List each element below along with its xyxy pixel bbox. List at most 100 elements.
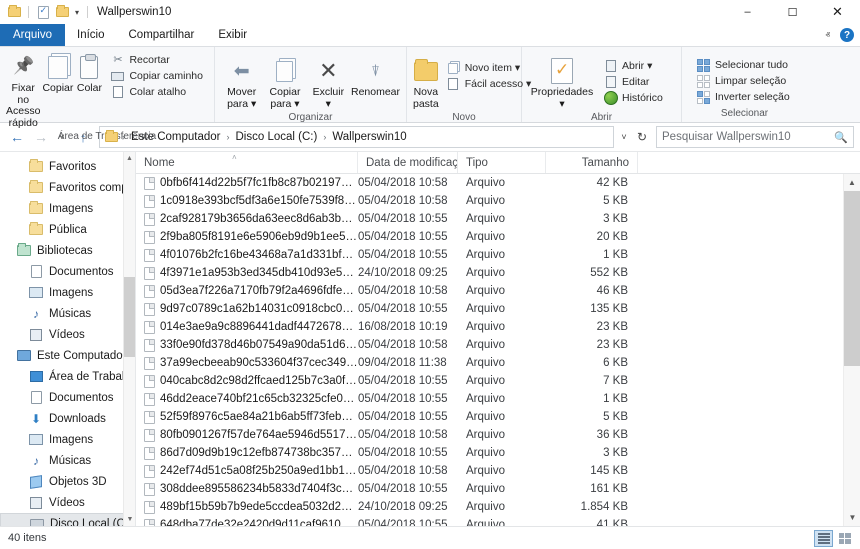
table-row[interactable]: 4f01076b2fc16be43468a7a1d331bf0fc5fef...… (136, 246, 860, 264)
table-row[interactable]: 86d7d09d9b19c12efb874738bc3575961bf...05… (136, 444, 860, 462)
breadcrumb-sep-1[interactable]: › (226, 132, 231, 142)
refresh-icon[interactable]: ↻ (634, 126, 650, 148)
column-header-type[interactable]: Tipo (458, 152, 546, 173)
open-button[interactable]: Abrir ▾ (600, 58, 666, 74)
sidebar-item-este-computador[interactable]: Este Computador (0, 345, 135, 366)
scroll-down-icon[interactable]: ▼ (124, 513, 135, 526)
edit-button[interactable]: Editar (600, 74, 666, 90)
system-menu-icon[interactable] (6, 4, 22, 20)
sidebar-item-imagens[interactable]: Imagens (0, 282, 135, 303)
table-row[interactable]: 37a99ecbeeab90c533604f37cec349cfc971...0… (136, 354, 860, 372)
table-row[interactable]: 80fb0901267f57de764ae5946d5517ad4ed...05… (136, 426, 860, 444)
table-row[interactable]: 2f9ba805f8191e6e5906eb9d9b1ee50ea4ef...0… (136, 228, 860, 246)
close-button[interactable]: ✕ (815, 0, 860, 24)
tab-inicio[interactable]: Início (65, 24, 117, 46)
sidebar-item-rea-de-trabalho[interactable]: Área de Trabalho (0, 366, 135, 387)
new-folder-button[interactable]: Nova pasta (412, 54, 440, 112)
breadcrumb-item-disk[interactable]: Disco Local (C:) (233, 131, 321, 143)
table-row[interactable]: 308ddee895586234b5833d7404f3cd4c084...05… (136, 480, 860, 498)
properties-button[interactable]: Propriedades▾ (527, 54, 597, 112)
sidebar-item-favoritos-compa[interactable]: Favoritos compa (0, 177, 135, 198)
cut-button[interactable]: ✂ Recortar (107, 52, 206, 68)
tab-arquivo[interactable]: Arquivo (0, 24, 65, 46)
sidebar-item-m-sicas[interactable]: ♪ Músicas (0, 450, 135, 471)
sidebar-item-bibliotecas[interactable]: Bibliotecas (0, 240, 135, 261)
open-small-commands: Abrir ▾ Editar Histórico (597, 54, 669, 106)
table-row[interactable]: 9d97c0789c1a62b14031c0918cbc04eaebf...05… (136, 300, 860, 318)
sidebar-item-favoritos[interactable]: Favoritos (0, 156, 135, 177)
invert-selection-button[interactable]: Inverter seleção (693, 89, 793, 105)
help-icon[interactable]: ? (840, 28, 854, 42)
sidebar-item-disco-local-c[interactable]: Disco Local (C:) (0, 513, 135, 526)
column-header-name[interactable]: Nome ˄ (136, 152, 358, 173)
table-row[interactable]: 489bf15b59b7b9ede5ccdea5032d2d1d44e...24… (136, 498, 860, 516)
table-row[interactable]: 014e3ae9a9c8896441dadf4472678c1a1bea...1… (136, 318, 860, 336)
table-row[interactable]: 05d3ea7f226a7170fb79f2a4696fdfe000986...… (136, 282, 860, 300)
chevron-up-icon[interactable]: ⱏ (826, 30, 830, 41)
properties-icon[interactable] (35, 4, 51, 20)
sidebar-scroll-thumb[interactable] (124, 277, 135, 357)
sidebar-item-documentos[interactable]: Documentos (0, 261, 135, 282)
clear-selection-button[interactable]: Limpar seleção (693, 73, 793, 89)
scroll-up-icon[interactable]: ▲ (124, 152, 135, 165)
column-header-date[interactable]: Data de modificaç... (358, 152, 458, 173)
new-item-button[interactable]: Novo item ▾ (443, 60, 535, 76)
table-row[interactable]: 1c0918e393bcf5df3a6e150fe7539f8764eb6...… (136, 192, 860, 210)
table-row[interactable]: 648dba77de32e2420d9d11caf96100acd1a...05… (136, 516, 860, 526)
breadcrumb-item-folder[interactable]: Wallperswin10 (329, 131, 409, 143)
column-header-size[interactable]: Tamanho (546, 152, 638, 173)
new-folder-icon[interactable] (54, 4, 70, 20)
file-scroll-thumb[interactable] (844, 191, 860, 366)
table-row[interactable]: 46dd2eace740bf21c65cb32325cfe028524c...0… (136, 390, 860, 408)
sidebar-item-documentos[interactable]: Documentos (0, 387, 135, 408)
sidebar-item-imagens[interactable]: Imagens (0, 198, 135, 219)
search-input[interactable]: Pesquisar Wallperswin10 🔍 (656, 126, 854, 148)
file-name-label: 2caf928179b3656da63eec8d6ab3b87c165... (160, 213, 358, 225)
table-row[interactable]: 4f3971e1a953b3ed345db410d93e5dd1a47...24… (136, 264, 860, 282)
paste-button[interactable]: Colar (74, 50, 104, 97)
search-icon[interactable]: 🔍 (834, 131, 848, 144)
history-dropdown-icon[interactable]: ˅ (616, 126, 632, 148)
table-row[interactable]: 0bfb6f414d22b5f7fc1fb8c87b0219721db4...0… (136, 174, 860, 192)
table-row[interactable]: 52f59f8976c5ae84a21b6ab5ff73feba3a3d9...… (136, 408, 860, 426)
delete-caret-icon[interactable]: ▾ (326, 98, 331, 110)
paste-shortcut-button[interactable]: Colar atalho (107, 84, 206, 100)
copy-path-button[interactable]: Copiar caminho (107, 68, 206, 84)
delete-button[interactable]: ✕ Excluir ▾ (307, 54, 350, 112)
file-date-cell: 05/04/2018 10:58 (358, 195, 448, 207)
properties-caret-icon[interactable]: ▾ (559, 98, 564, 110)
file-type-cell: Arquivo (466, 411, 505, 423)
scroll-down-icon[interactable]: ▼ (844, 509, 860, 526)
details-view-icon[interactable] (814, 529, 833, 547)
table-row[interactable]: 33f0e90fd378d46b07549a90da51d6d29f46...0… (136, 336, 860, 354)
easy-access-button[interactable]: Fácil acesso ▾ (443, 76, 535, 92)
file-date-cell: 05/04/2018 10:55 (358, 447, 448, 459)
table-row[interactable]: 242ef74d51c5a08f25b250a9ed1bb1941417...0… (136, 462, 860, 480)
sidebar-item-v-deos[interactable]: Vídeos (0, 492, 135, 513)
sidebar-item-p-blica[interactable]: Pública (0, 219, 135, 240)
select-all-button[interactable]: Selecionar tudo (693, 57, 793, 73)
scroll-up-icon[interactable]: ▲ (844, 174, 860, 191)
sidebar-item-imagens[interactable]: Imagens (0, 429, 135, 450)
maximize-button[interactable]: ☐ (770, 0, 815, 24)
sidebar-scrollbar[interactable]: ▲ ▼ (123, 152, 135, 526)
customize-qat-icon[interactable]: ▾ (73, 8, 81, 17)
move-to-button[interactable]: ⬅ Mover para ▾ (220, 54, 263, 112)
minimize-button[interactable]: – (725, 0, 770, 24)
sidebar-item-downloads[interactable]: ⬇ Downloads (0, 408, 135, 429)
history-button[interactable]: Histórico (600, 90, 666, 106)
sidebar-item-v-deos[interactable]: Vídeos (0, 324, 135, 345)
table-row[interactable]: 040cabc8d2c98d2ffcaed125b7c3a0f41f9c...0… (136, 372, 860, 390)
pin-to-quick-access-button[interactable]: Fixar noAcesso rápido (5, 50, 41, 131)
tab-exibir[interactable]: Exibir (206, 24, 259, 46)
large-icons-view-icon[interactable] (835, 530, 854, 547)
breadcrumb-sep-2[interactable]: › (322, 132, 327, 142)
tab-compartilhar[interactable]: Compartilhar (117, 24, 207, 46)
table-row[interactable]: 2caf928179b3656da63eec8d6ab3b87c165...05… (136, 210, 860, 228)
copy-to-button[interactable]: Copiar para ▾ (263, 54, 306, 112)
sidebar-item-objetos-3d[interactable]: Objetos 3D (0, 471, 135, 492)
sidebar-item-m-sicas[interactable]: ♪ Músicas (0, 303, 135, 324)
copy-button[interactable]: Copiar (41, 50, 74, 97)
rename-button[interactable]: ⍒ Renomear (350, 54, 401, 101)
file-list-scrollbar[interactable]: ▲ ▼ (843, 174, 860, 526)
